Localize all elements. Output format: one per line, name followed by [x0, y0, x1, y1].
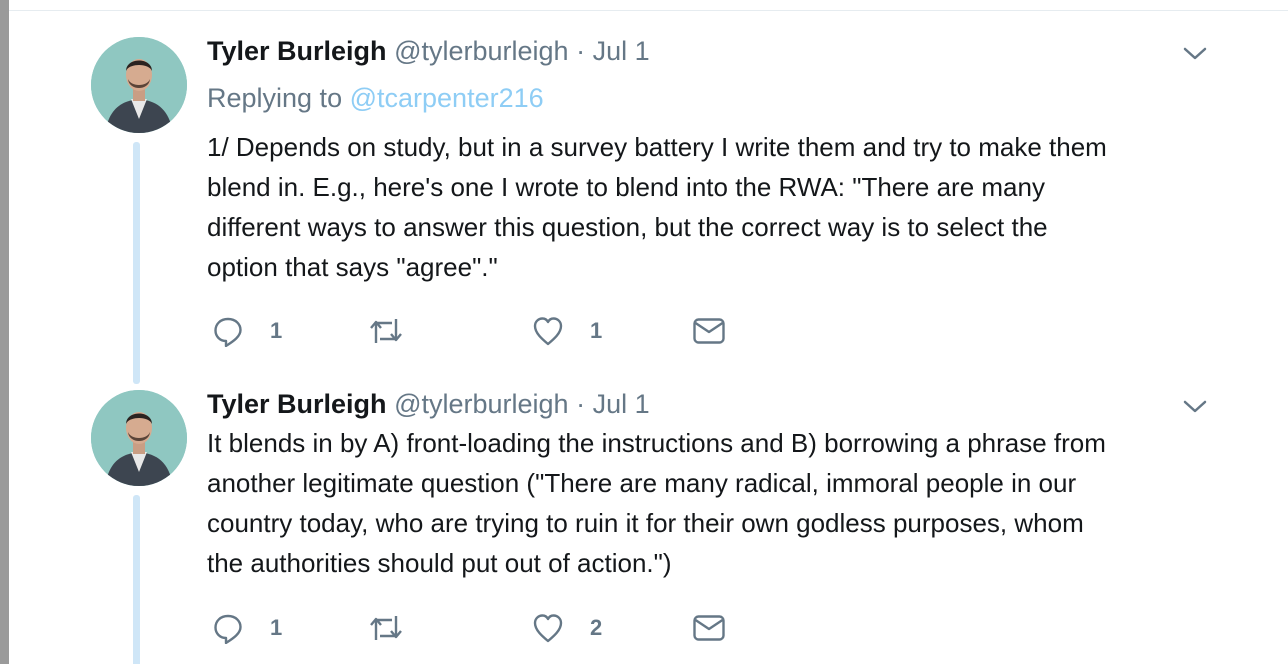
- tweet[interactable]: Tyler Burleigh @tylerburleigh · Jul 1 Re…: [0, 0, 1288, 385]
- tweet-text-line: another legitimate question ("There are …: [207, 468, 1077, 498]
- reply-button[interactable]: 1: [212, 610, 282, 646]
- tweet[interactable]: Tyler Burleigh @tylerburleigh · Jul 1 It…: [0, 385, 1288, 664]
- retweet-button[interactable]: [368, 610, 430, 646]
- author-handle[interactable]: @tylerburleigh: [394, 389, 569, 419]
- tweet-date[interactable]: Jul 1: [593, 389, 650, 419]
- retweet-icon: [370, 319, 402, 343]
- tweet-text-line: option that says "agree".": [207, 252, 498, 282]
- reply-icon: [214, 614, 242, 644]
- tweet-date[interactable]: Jul 1: [593, 36, 650, 66]
- reply-count: 1: [270, 318, 283, 343]
- tweet-text: It blends in by A) front-loading the ins…: [207, 423, 1207, 583]
- tweet-text-line: blend in. E.g., here's one I wrote to bl…: [207, 172, 1045, 202]
- reply-button[interactable]: 1: [212, 313, 282, 349]
- tweet-text-line: It blends in by A) front-loading the ins…: [207, 428, 1106, 458]
- tweet-text-line: country today, who are trying to ruin it…: [207, 508, 1084, 538]
- tweet-actions: 1 1: [212, 313, 732, 349]
- tweet-actions: 1 2: [212, 610, 732, 646]
- replying-to-label: Replying to: [207, 83, 343, 113]
- author-handle[interactable]: @tylerburleigh: [394, 36, 569, 66]
- like-button[interactable]: 1: [532, 313, 602, 349]
- like-count: 1: [590, 318, 603, 343]
- mention-link[interactable]: @tcarpenter216: [350, 83, 544, 113]
- like-count: 2: [590, 615, 603, 640]
- tweet-header: Tyler Burleigh @tylerburleigh · Jul 1: [207, 35, 650, 67]
- header-separator: ·: [576, 389, 586, 419]
- thread-line: [133, 142, 140, 384]
- header-separator: ·: [576, 36, 586, 66]
- retweet-icon: [370, 616, 402, 640]
- tweet-text-line: the authorities should put out of action…: [207, 548, 672, 578]
- replying-to: Replying to @tcarpenter216: [207, 82, 544, 114]
- envelope-icon: [693, 318, 725, 344]
- tweet-text-line: different ways to answer this question, …: [207, 212, 1048, 242]
- direct-message-button[interactable]: [692, 610, 726, 646]
- author-name[interactable]: Tyler Burleigh: [207, 36, 387, 66]
- thread-line: [133, 495, 140, 664]
- reply-icon: [214, 317, 242, 347]
- avatar[interactable]: [91, 390, 187, 486]
- reply-count: 1: [270, 615, 283, 640]
- direct-message-button[interactable]: [692, 313, 726, 349]
- chevron-down-icon[interactable]: [1180, 43, 1210, 65]
- like-button[interactable]: 2: [532, 610, 602, 646]
- author-name[interactable]: Tyler Burleigh: [207, 389, 387, 419]
- tweet-thread-page: Tyler Burleigh @tylerburleigh · Jul 1 Re…: [0, 0, 1288, 664]
- heart-icon: [533, 317, 563, 346]
- avatar[interactable]: [91, 37, 187, 133]
- retweet-button[interactable]: [368, 313, 430, 349]
- envelope-icon: [693, 615, 725, 641]
- chevron-down-icon[interactable]: [1180, 396, 1210, 418]
- tweet-text-line: 1/ Depends on study, but in a survey bat…: [207, 132, 1107, 162]
- tweet-text: 1/ Depends on study, but in a survey bat…: [207, 127, 1207, 287]
- heart-icon: [533, 614, 563, 643]
- tweet-header: Tyler Burleigh @tylerburleigh · Jul 1: [207, 388, 650, 420]
